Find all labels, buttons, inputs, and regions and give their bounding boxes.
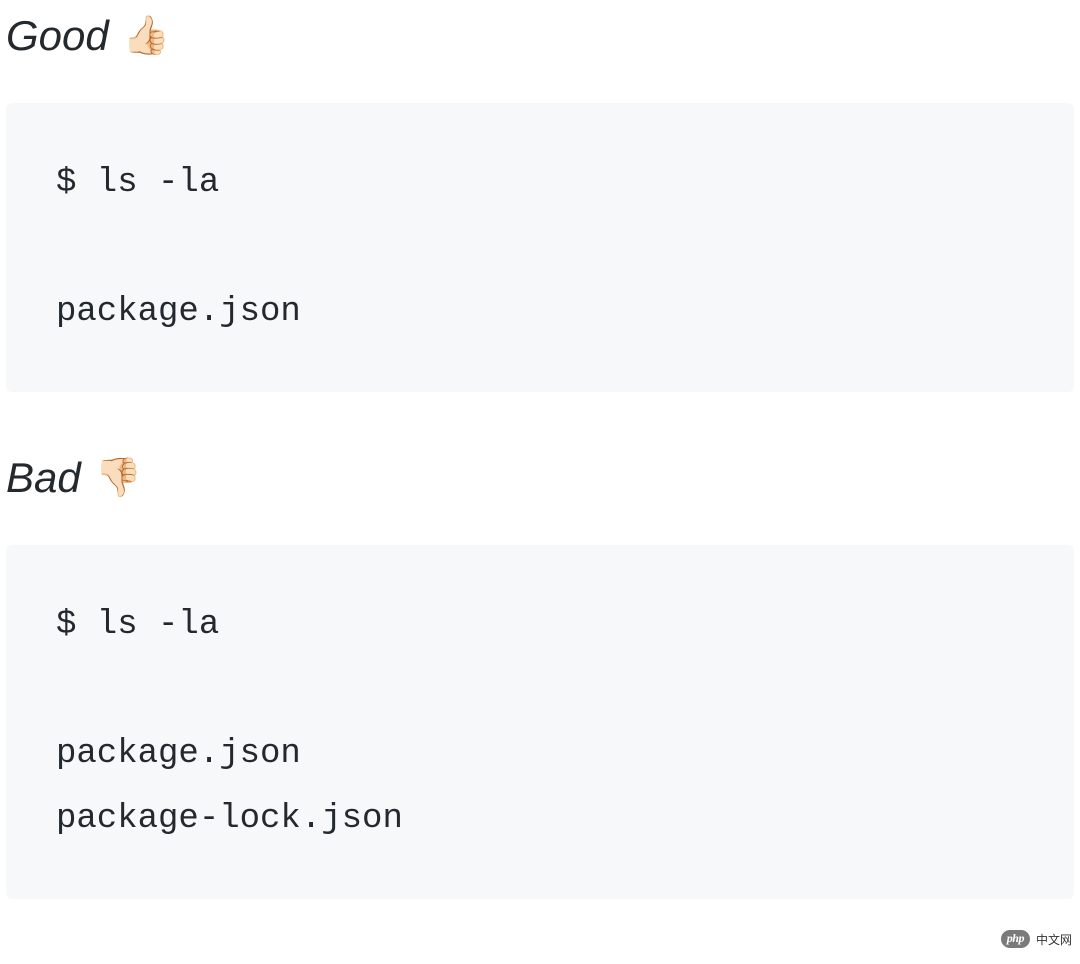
good-heading: Good 👍🏻 [6, 10, 1074, 63]
good-label: Good [6, 10, 109, 63]
good-codeblock: $ ls -la package.json [6, 103, 1074, 393]
thumbs-up-icon: 👍🏻 [123, 13, 170, 61]
watermark-badge: php [1001, 930, 1030, 948]
thumbs-down-icon: 👎🏻 [95, 455, 142, 503]
watermark-badge-text: php [1007, 931, 1024, 946]
bad-codeblock: $ ls -la package.json package-lock.json [6, 545, 1074, 899]
bad-label: Bad [6, 452, 81, 505]
bad-heading: Bad 👎🏻 [6, 452, 1074, 505]
watermark: php 中文网 [1001, 930, 1072, 948]
watermark-text: 中文网 [1036, 931, 1072, 948]
